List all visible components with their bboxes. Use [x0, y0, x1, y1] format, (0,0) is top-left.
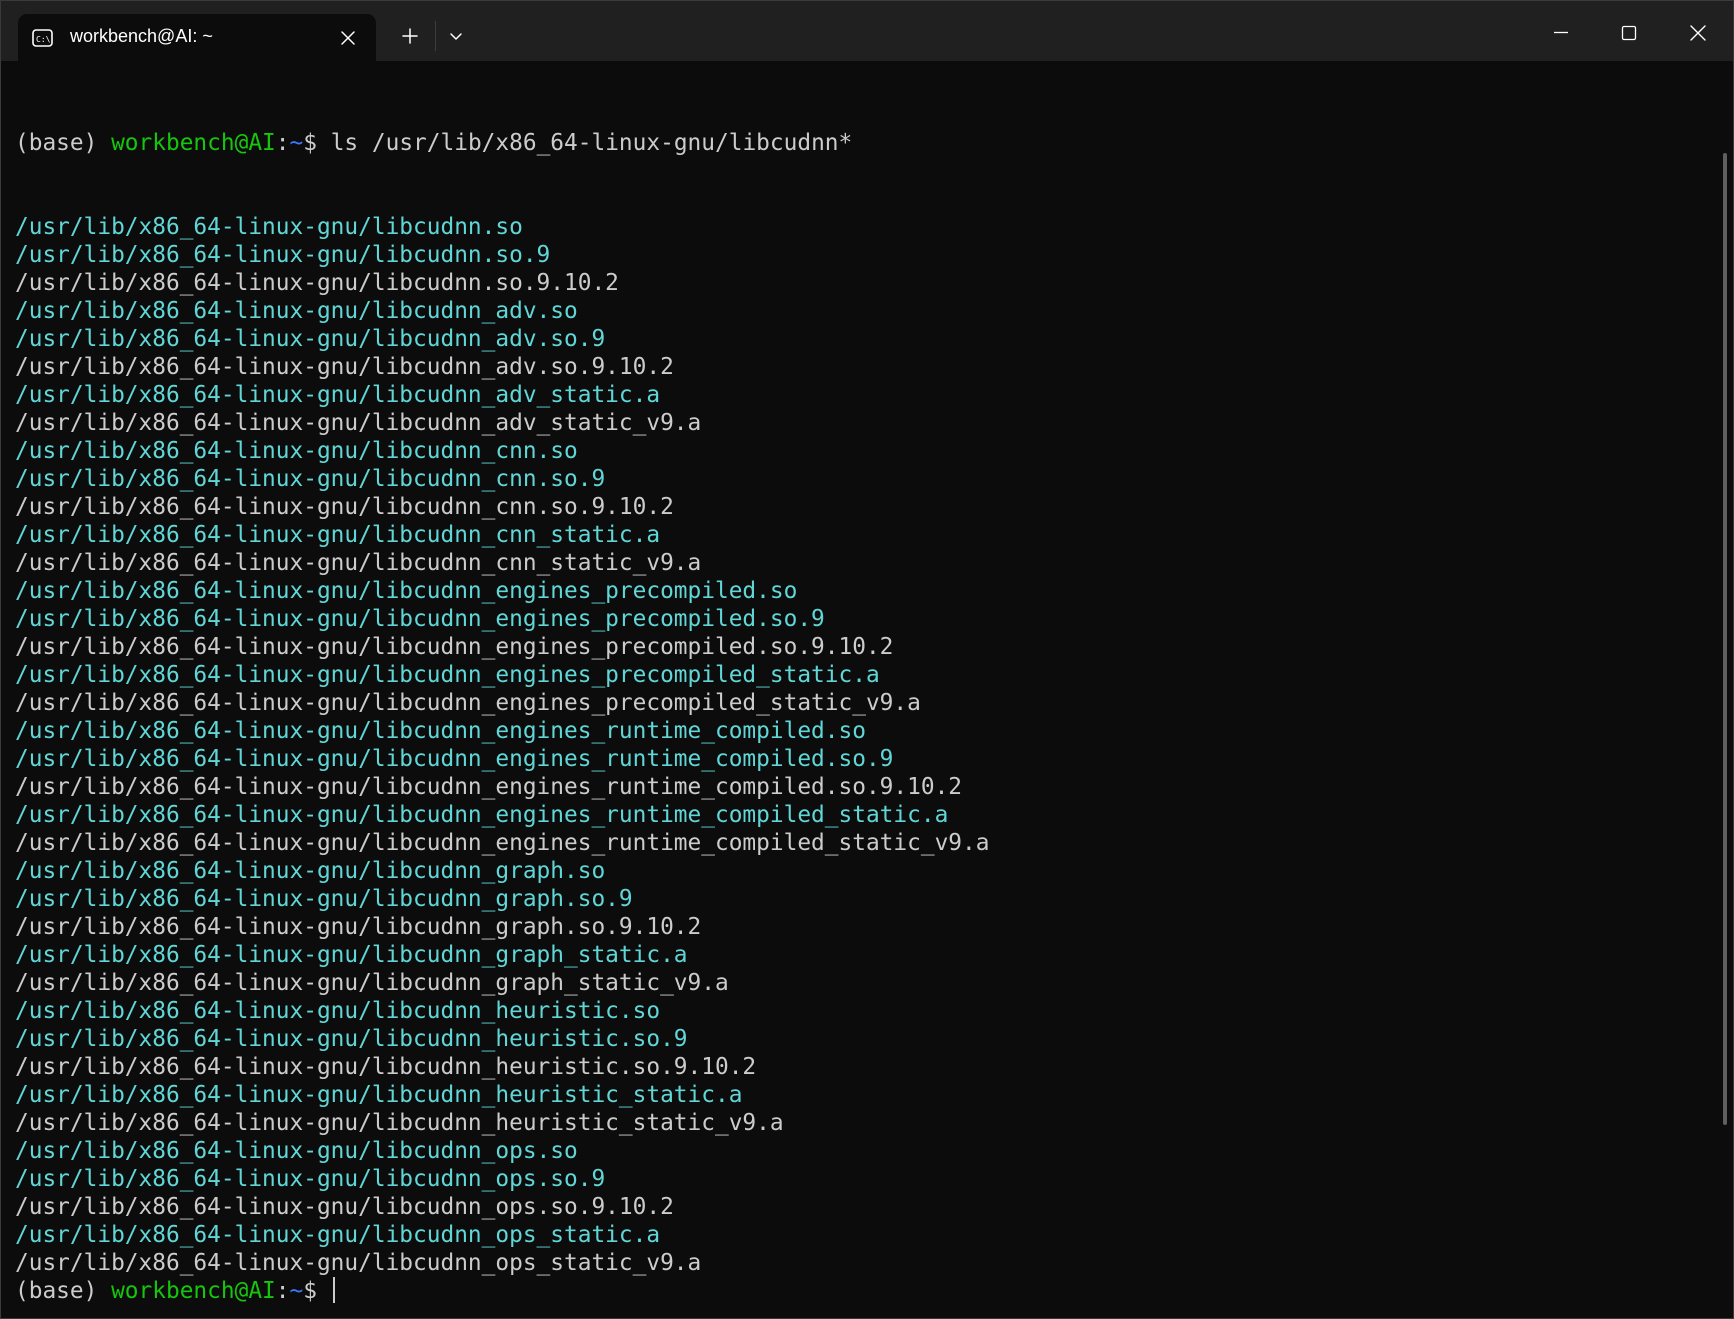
output-line: /usr/lib/x86_64-linux-gnu/libcudnn_engin… [15, 802, 949, 828]
scrollbar[interactable] [1723, 153, 1727, 1125]
output-line: /usr/lib/x86_64-linux-gnu/libcudnn_engin… [15, 718, 866, 744]
output-line: /usr/lib/x86_64-linux-gnu/libcudnn_ops.s… [15, 1194, 674, 1220]
minimize-button[interactable] [1543, 15, 1579, 51]
output-line: /usr/lib/x86_64-linux-gnu/libcudnn_graph… [15, 914, 702, 940]
output-line: /usr/lib/x86_64-linux-gnu/libcudnn_heuri… [15, 1082, 743, 1108]
output-line: /usr/lib/x86_64-linux-gnu/libcudnn_cnn.s… [15, 466, 606, 492]
profiles-dropdown-button[interactable] [441, 21, 471, 51]
output-line: /usr/lib/x86_64-linux-gnu/libcudnn_ops.s… [15, 1138, 578, 1164]
prompt-env: (base) [15, 1278, 112, 1304]
prompt-separator: : [275, 130, 290, 156]
maximize-icon [1621, 25, 1637, 41]
prompt-dollar: $ [303, 130, 331, 156]
plus-icon [402, 28, 418, 44]
tab-divider [435, 21, 436, 51]
output-line: /usr/lib/x86_64-linux-gnu/libcudnn.so [15, 214, 523, 240]
prompt-path: ~ [289, 130, 304, 156]
output-line: /usr/lib/x86_64-linux-gnu/libcudnn_heuri… [15, 998, 661, 1024]
output-line: /usr/lib/x86_64-linux-gnu/libcudnn_engin… [15, 606, 825, 632]
tab-title: workbench@AI: ~ [70, 26, 213, 46]
prompt-user-host: workbench@AI [111, 130, 276, 156]
output-line: /usr/lib/x86_64-linux-gnu/libcudnn_engin… [15, 774, 963, 800]
active-prompt-line[interactable]: (base) workbench@AI:~$ [15, 1277, 989, 1305]
output-line: /usr/lib/x86_64-linux-gnu/libcudnn_adv_s… [15, 410, 702, 436]
output-line: /usr/lib/x86_64-linux-gnu/libcudnn_ops_s… [15, 1222, 661, 1248]
output-line: /usr/lib/x86_64-linux-gnu/libcudnn.so.9.… [15, 270, 619, 296]
terminal-output-area[interactable]: (base) workbench@AI:~$ ls /usr/lib/x86_6… [1, 61, 1727, 1318]
output-line: /usr/lib/x86_64-linux-gnu/libcudnn_engin… [15, 830, 990, 856]
terminal-icon: C:\ [32, 29, 53, 47]
text-cursor [332, 1277, 335, 1303]
maximize-button[interactable] [1611, 15, 1647, 51]
output-line: /usr/lib/x86_64-linux-gnu/libcudnn_cnn.s… [15, 494, 674, 520]
tab-workbench[interactable]: C:\ workbench@AI: ~ [18, 14, 376, 61]
output-line: /usr/lib/x86_64-linux-gnu/libcudnn_engin… [15, 634, 894, 660]
output-line: /usr/lib/x86_64-linux-gnu/libcudnn_graph… [15, 942, 688, 968]
svg-text:C:\: C:\ [36, 35, 51, 44]
chevron-down-icon [450, 33, 462, 40]
output-line: /usr/lib/x86_64-linux-gnu/libcudnn_engin… [15, 662, 880, 688]
output-line: /usr/lib/x86_64-linux-gnu/libcudnn_adv_s… [15, 382, 661, 408]
output-line: /usr/lib/x86_64-linux-gnu/libcudnn_cnn_s… [15, 550, 702, 576]
output-line: /usr/lib/x86_64-linux-gnu/libcudnn_adv.s… [15, 354, 674, 380]
close-tab-icon[interactable] [338, 28, 358, 48]
output-line: /usr/lib/x86_64-linux-gnu/libcudnn_engin… [15, 578, 798, 604]
output-line: /usr/lib/x86_64-linux-gnu/libcudnn_adv.s… [15, 326, 606, 352]
output-line: /usr/lib/x86_64-linux-gnu/libcudnn_heuri… [15, 1026, 688, 1052]
output-line: /usr/lib/x86_64-linux-gnu/libcudnn_engin… [15, 690, 921, 716]
minimize-icon [1554, 31, 1568, 34]
terminal-lines: (base) workbench@AI:~$ ls /usr/lib/x86_6… [15, 73, 989, 1305]
output-line: /usr/lib/x86_64-linux-gnu/libcudnn_cnn_s… [15, 522, 661, 548]
output-line: /usr/lib/x86_64-linux-gnu/libcudnn_heuri… [15, 1054, 757, 1080]
output-line: /usr/lib/x86_64-linux-gnu/libcudnn_graph… [15, 970, 729, 996]
command-text: ls /usr/lib/x86_64-linux-gnu/libcudnn* [330, 130, 853, 156]
title-bar[interactable]: C:\ workbench@AI: ~ [1, 1, 1733, 61]
prompt-env: (base) [15, 130, 112, 156]
output-line: /usr/lib/x86_64-linux-gnu/libcudnn.so.9 [15, 242, 551, 268]
prompt-user-host: workbench@AI [111, 1278, 276, 1304]
prompt-path: ~ [289, 1278, 304, 1304]
output-line: /usr/lib/x86_64-linux-gnu/libcudnn_graph… [15, 886, 633, 912]
command-line: (base) workbench@AI:~$ ls /usr/lib/x86_6… [15, 129, 989, 157]
close-icon [1690, 25, 1706, 41]
output-line: /usr/lib/x86_64-linux-gnu/libcudnn_heuri… [15, 1110, 784, 1136]
close-window-button[interactable] [1680, 15, 1716, 51]
output-line: /usr/lib/x86_64-linux-gnu/libcudnn_adv.s… [15, 298, 578, 324]
prompt-separator: : [275, 1278, 290, 1304]
new-tab-button[interactable] [395, 21, 425, 51]
output-line: /usr/lib/x86_64-linux-gnu/libcudnn_cnn.s… [15, 438, 578, 464]
terminal-window: C:\ workbench@AI: ~ (base) workbench@AI:… [0, 0, 1734, 1319]
output-line: /usr/lib/x86_64-linux-gnu/libcudnn_ops_s… [15, 1250, 702, 1276]
output-line: /usr/lib/x86_64-linux-gnu/libcudnn_graph… [15, 858, 606, 884]
output-line: /usr/lib/x86_64-linux-gnu/libcudnn_ops.s… [15, 1166, 606, 1192]
output-line: /usr/lib/x86_64-linux-gnu/libcudnn_engin… [15, 746, 894, 772]
prompt-dollar: $ [303, 1278, 331, 1304]
